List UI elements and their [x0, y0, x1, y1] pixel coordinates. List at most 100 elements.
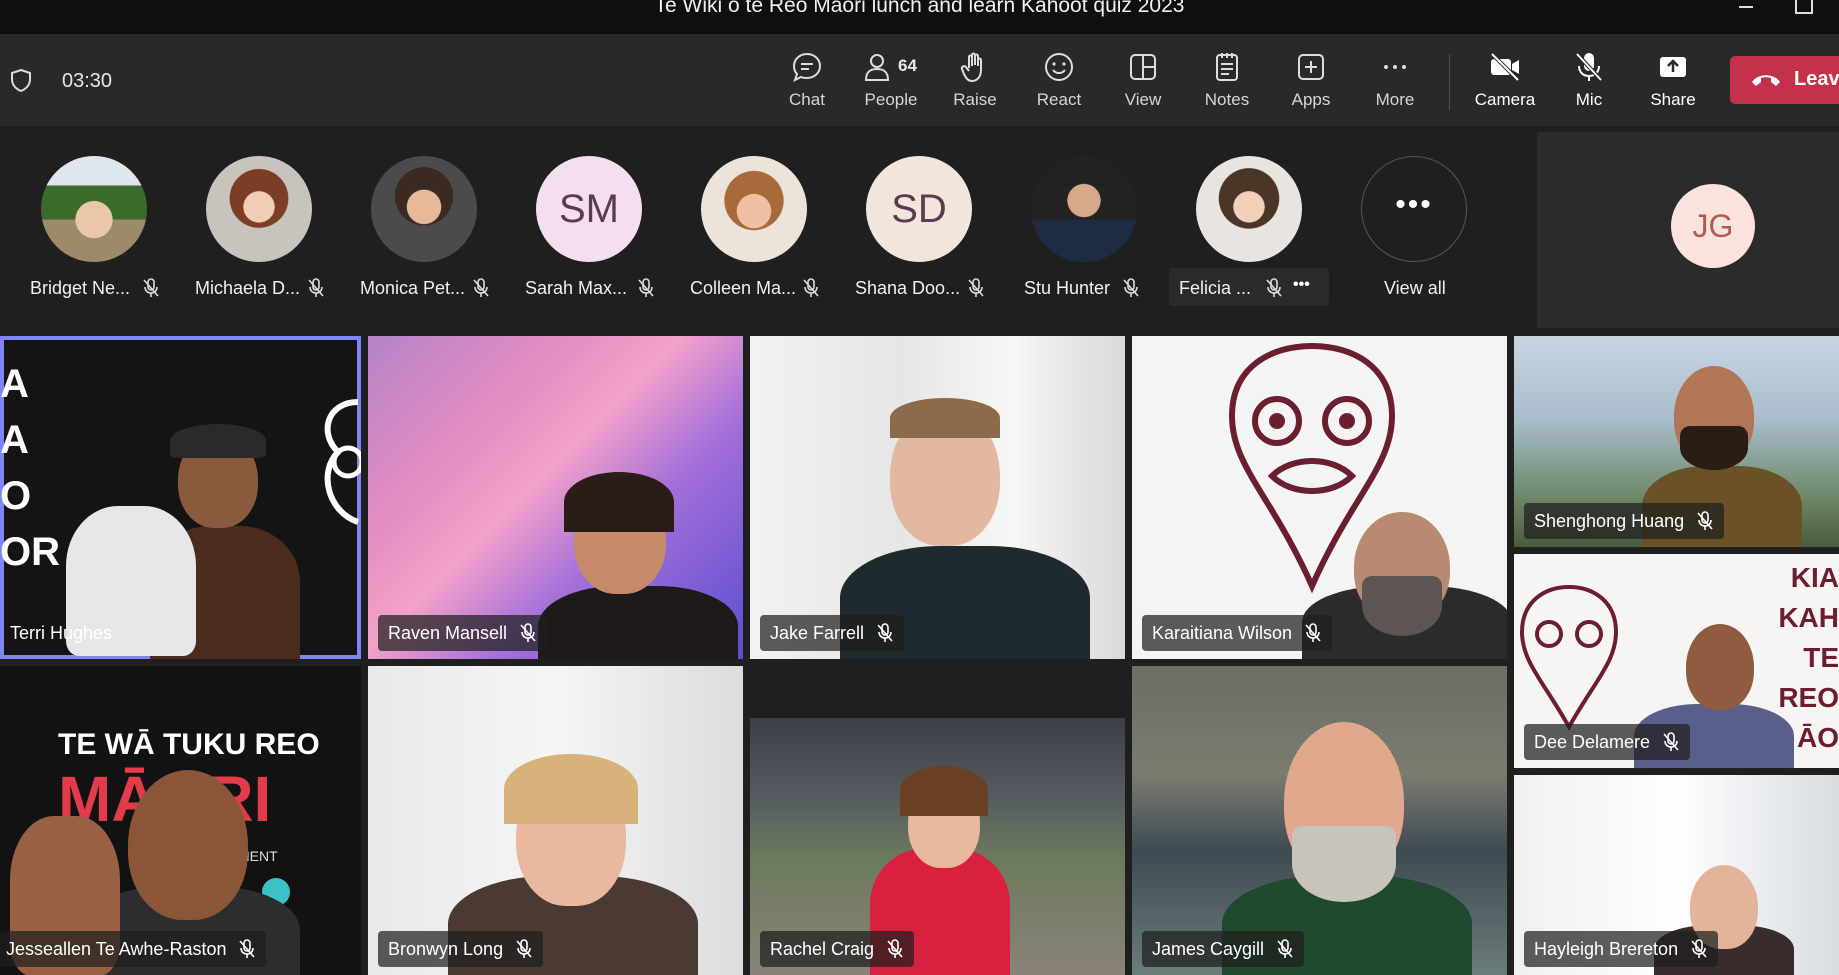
video-tile-james-caygill[interactable]: James Caygill [1132, 666, 1507, 975]
mic-off-icon [1123, 278, 1139, 297]
chat-icon [792, 52, 822, 82]
mic-off-icon [1305, 623, 1321, 642]
participant-name: Bridget Ne... [30, 278, 131, 298]
video-tile-rachel-craig[interactable]: Rachel Craig [750, 718, 1125, 975]
chat-button[interactable]: Chat [768, 50, 846, 118]
video-tile-terri-hughes[interactable]: A A O OR Terri Hughes [0, 336, 361, 659]
camera-button[interactable]: Camera [1466, 50, 1544, 118]
beard [1292, 826, 1396, 902]
participant-name-label: James Caygill [1142, 931, 1305, 967]
mic-label: Mic [1575, 90, 1603, 109]
chat-label: Chat [789, 90, 825, 109]
mic-button[interactable]: Mic [1550, 50, 1628, 118]
mic-off-icon [638, 278, 654, 297]
share-button[interactable]: Share [1634, 50, 1712, 118]
toolbar-divider [1449, 54, 1450, 110]
participant-name: Stu Hunter [1024, 278, 1111, 298]
participant-name: Michaela D... [195, 278, 301, 298]
hair [900, 766, 988, 816]
notes-button[interactable]: Notes [1188, 50, 1266, 118]
video-tile-dee-delamere[interactable]: KIA KAH TE REO ĀO Dee Delamere [1514, 554, 1839, 768]
mic-off-icon [143, 278, 159, 297]
call-timer: 03:30 [62, 70, 113, 92]
people-button[interactable]: 64 People [852, 50, 930, 118]
hair [504, 754, 638, 824]
strip-participant[interactable]: Bridget Ne... [6, 156, 166, 306]
participant-strip: Bridget Ne... Michaela D... Monica Pet..… [0, 126, 1839, 334]
maximize-button[interactable] [1779, 0, 1825, 20]
view-all-button[interactable]: ••• View all [1326, 156, 1486, 306]
mic-off-icon [516, 939, 532, 958]
more-dots-icon [1384, 65, 1406, 69]
strip-participant[interactable]: Colleen Ma... [666, 156, 826, 306]
strip-participant[interactable]: Monica Pet... [336, 156, 496, 306]
video-tile-shenghong-huang[interactable]: Shenghong Huang [1514, 336, 1839, 547]
video-tile-hayleigh-brereton[interactable]: Hayleigh Brereton [1514, 775, 1839, 975]
strip-participant[interactable]: SM Sarah Max... [501, 156, 661, 306]
avatar [1196, 156, 1302, 262]
video-tile-jake-farrell[interactable]: Jake Farrell [750, 336, 1125, 659]
participant-more-options-icon[interactable]: ••• [1293, 276, 1310, 294]
koru-graphic [324, 399, 361, 525]
participant-name-label: Dee Delamere [1524, 724, 1691, 760]
window-title: Te Wiki o te Reo Māori lunch and learn K… [654, 0, 1185, 17]
self-view-panel: JG [1537, 132, 1839, 328]
banner-partial-text: A A O OR [0, 362, 60, 574]
view-label: View [1124, 90, 1162, 109]
participant-name: Shana Doo... [855, 278, 961, 298]
strip-participant[interactable]: Michaela D... [171, 156, 331, 306]
people-count-badge: 64 [898, 56, 917, 75]
minimize-button[interactable] [1723, 0, 1769, 20]
view-all-dots-icon: ••• [1361, 156, 1467, 262]
people-label: People [864, 90, 918, 109]
view-button[interactable]: View [1104, 50, 1182, 118]
share-label: Share [1650, 90, 1696, 109]
strip-participant[interactable]: SD Shana Doo... [831, 156, 991, 306]
participant-name: Monica Pet... [360, 278, 466, 298]
smiley-icon [1045, 53, 1073, 81]
strip-participant[interactable]: Felicia ... ••• [1161, 156, 1329, 306]
add-apps-icon [1298, 54, 1324, 80]
self-avatar-initials: JG [1671, 184, 1755, 268]
camera-label: Camera [1474, 90, 1536, 109]
raise-hand-button[interactable]: Raise [936, 50, 1014, 118]
avatar [41, 156, 147, 262]
mic-off-icon [887, 939, 903, 958]
mic-off-icon [877, 623, 893, 642]
apps-button[interactable]: Apps [1272, 50, 1350, 118]
participant-name-label: Jake Farrell [760, 615, 905, 651]
mic-off-icon [1266, 278, 1282, 297]
avatar [1031, 156, 1137, 262]
beard [1680, 426, 1748, 470]
strip-participant[interactable]: Stu Hunter [996, 156, 1156, 306]
more-button[interactable]: More [1356, 50, 1434, 118]
mic-off-icon [803, 278, 819, 297]
more-label: More [1375, 90, 1415, 109]
react-button[interactable]: React [1020, 50, 1098, 118]
participant-name-label: Karaitiana Wilson [1142, 615, 1333, 651]
video-tile-jesseallen-te-awhe-raston[interactable]: TE WĀ TUKU REO MĀORI MENT Jesseallen Te … [0, 666, 361, 975]
avatar-initials: SM [536, 156, 642, 262]
video-tile-bronwyn-long[interactable]: Bronwyn Long [368, 666, 743, 975]
mic-off-icon [968, 278, 984, 297]
cap [170, 424, 266, 458]
person-face [1686, 624, 1754, 710]
video-tile-karaitiana-wilson[interactable]: Karaitiana Wilson [1132, 336, 1507, 659]
person-body [538, 586, 738, 659]
notes-label: Notes [1204, 90, 1250, 109]
avatar-initials: SD [866, 156, 972, 262]
participant-name-label: Jesseallen Te Awhe-Raston [0, 931, 267, 967]
beard [1362, 576, 1442, 636]
leave-button[interactable]: Leave [1730, 56, 1839, 104]
participant-name: Felicia ... [1179, 278, 1252, 298]
participant-name-label: Terri Hughes [10, 623, 113, 643]
avatar [206, 156, 312, 262]
title-bar: Te Wiki o te Reo Māori lunch and learn K… [0, 0, 1839, 34]
mic-off-icon [473, 278, 489, 297]
meeting-toolbar: 03:30 Chat 64 People Raise React View No… [0, 34, 1839, 126]
share-icon [1660, 57, 1686, 77]
video-tile-raven-mansell[interactable]: Raven Mansell [368, 336, 743, 659]
apps-label: Apps [1291, 90, 1331, 109]
avatar [371, 156, 477, 262]
hair [564, 472, 674, 532]
